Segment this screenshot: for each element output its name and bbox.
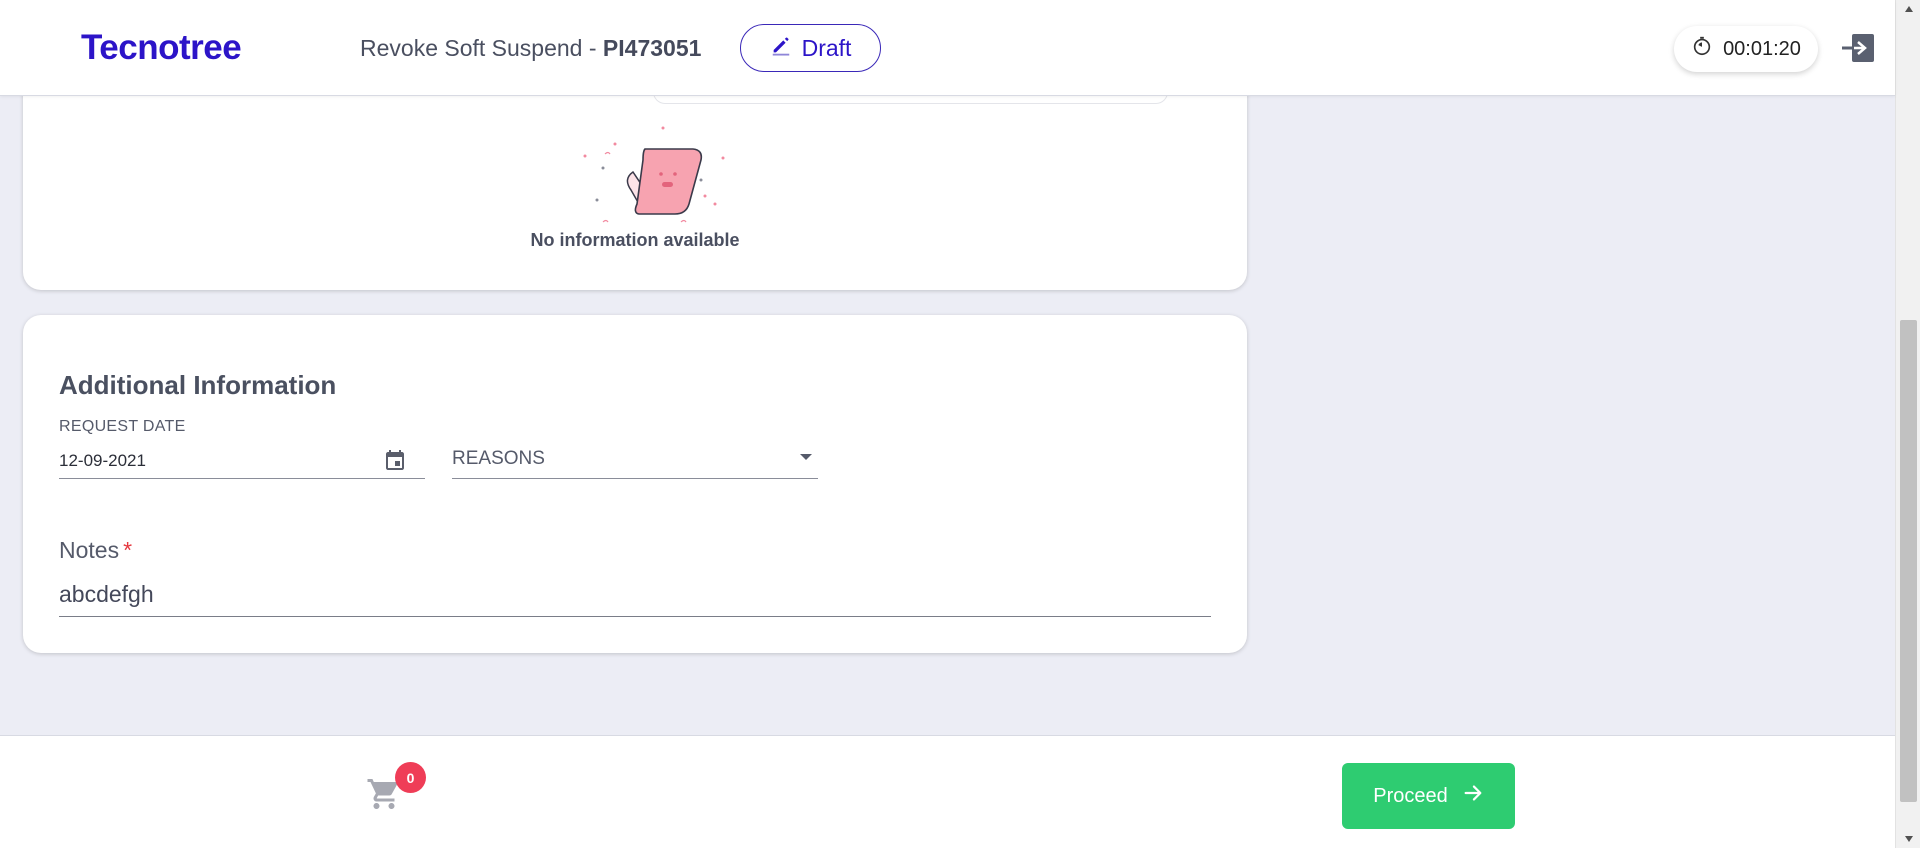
empty-state-illustration xyxy=(553,124,733,224)
empty-state-message: No information available xyxy=(530,230,740,250)
logout-icon[interactable] xyxy=(1840,32,1876,64)
notes-input[interactable]: abcdefgh xyxy=(59,575,1211,617)
bottom-action-bar: 0 Proceed xyxy=(0,735,1895,848)
reasons-placeholder: REASONS xyxy=(452,448,545,469)
caret-down-icon[interactable] xyxy=(800,454,812,460)
request-date-label: REQUEST DATE xyxy=(59,418,186,435)
request-date-value[interactable]: 12-09-2021 xyxy=(59,451,146,471)
timer-value: 00:01:20 xyxy=(1723,37,1801,60)
page-title-prefix: Revoke Soft Suspend - xyxy=(360,35,603,61)
scrollbar-thumb[interactable] xyxy=(1900,320,1917,802)
reasons-select[interactable]: REASONS xyxy=(452,442,818,479)
page-scrollbar[interactable] xyxy=(1895,0,1920,848)
session-timer: 00:01:20 xyxy=(1674,26,1818,72)
tecnotree-logo[interactable]: Tecnotree xyxy=(81,28,242,68)
draft-button[interactable]: Draft xyxy=(740,24,881,72)
scroll-up-arrow-icon[interactable] xyxy=(1896,0,1920,18)
notes-value[interactable]: abcdefgh xyxy=(59,581,154,608)
stopwatch-icon xyxy=(1691,35,1713,63)
notes-label-text: Notes xyxy=(59,537,120,563)
required-asterisk: * xyxy=(123,537,133,563)
draft-label: Draft xyxy=(801,34,852,61)
additional-information-card: Additional Information REQUEST DATE 12-0… xyxy=(23,315,1247,653)
top-header: Tecnotree Revoke Soft Suspend - PI473051… xyxy=(0,0,1895,96)
proceed-label: Proceed xyxy=(1373,784,1448,807)
app-root: Tecnotree Revoke Soft Suspend - PI473051… xyxy=(0,0,1920,848)
request-date-field[interactable]: 12-09-2021 xyxy=(59,442,425,479)
arrow-right-icon xyxy=(1462,782,1484,810)
scroll-down-arrow-icon[interactable] xyxy=(1896,830,1920,848)
calendar-icon[interactable] xyxy=(383,448,407,472)
section-title: Additional Information xyxy=(59,370,337,400)
cart-count-badge: 0 xyxy=(395,762,426,793)
pencil-icon xyxy=(770,34,792,62)
proceed-button[interactable]: Proceed xyxy=(1342,763,1515,829)
notes-label: Notes * xyxy=(59,537,132,564)
page-title: Revoke Soft Suspend - PI473051 xyxy=(360,35,701,62)
page-title-id: PI473051 xyxy=(602,35,702,61)
